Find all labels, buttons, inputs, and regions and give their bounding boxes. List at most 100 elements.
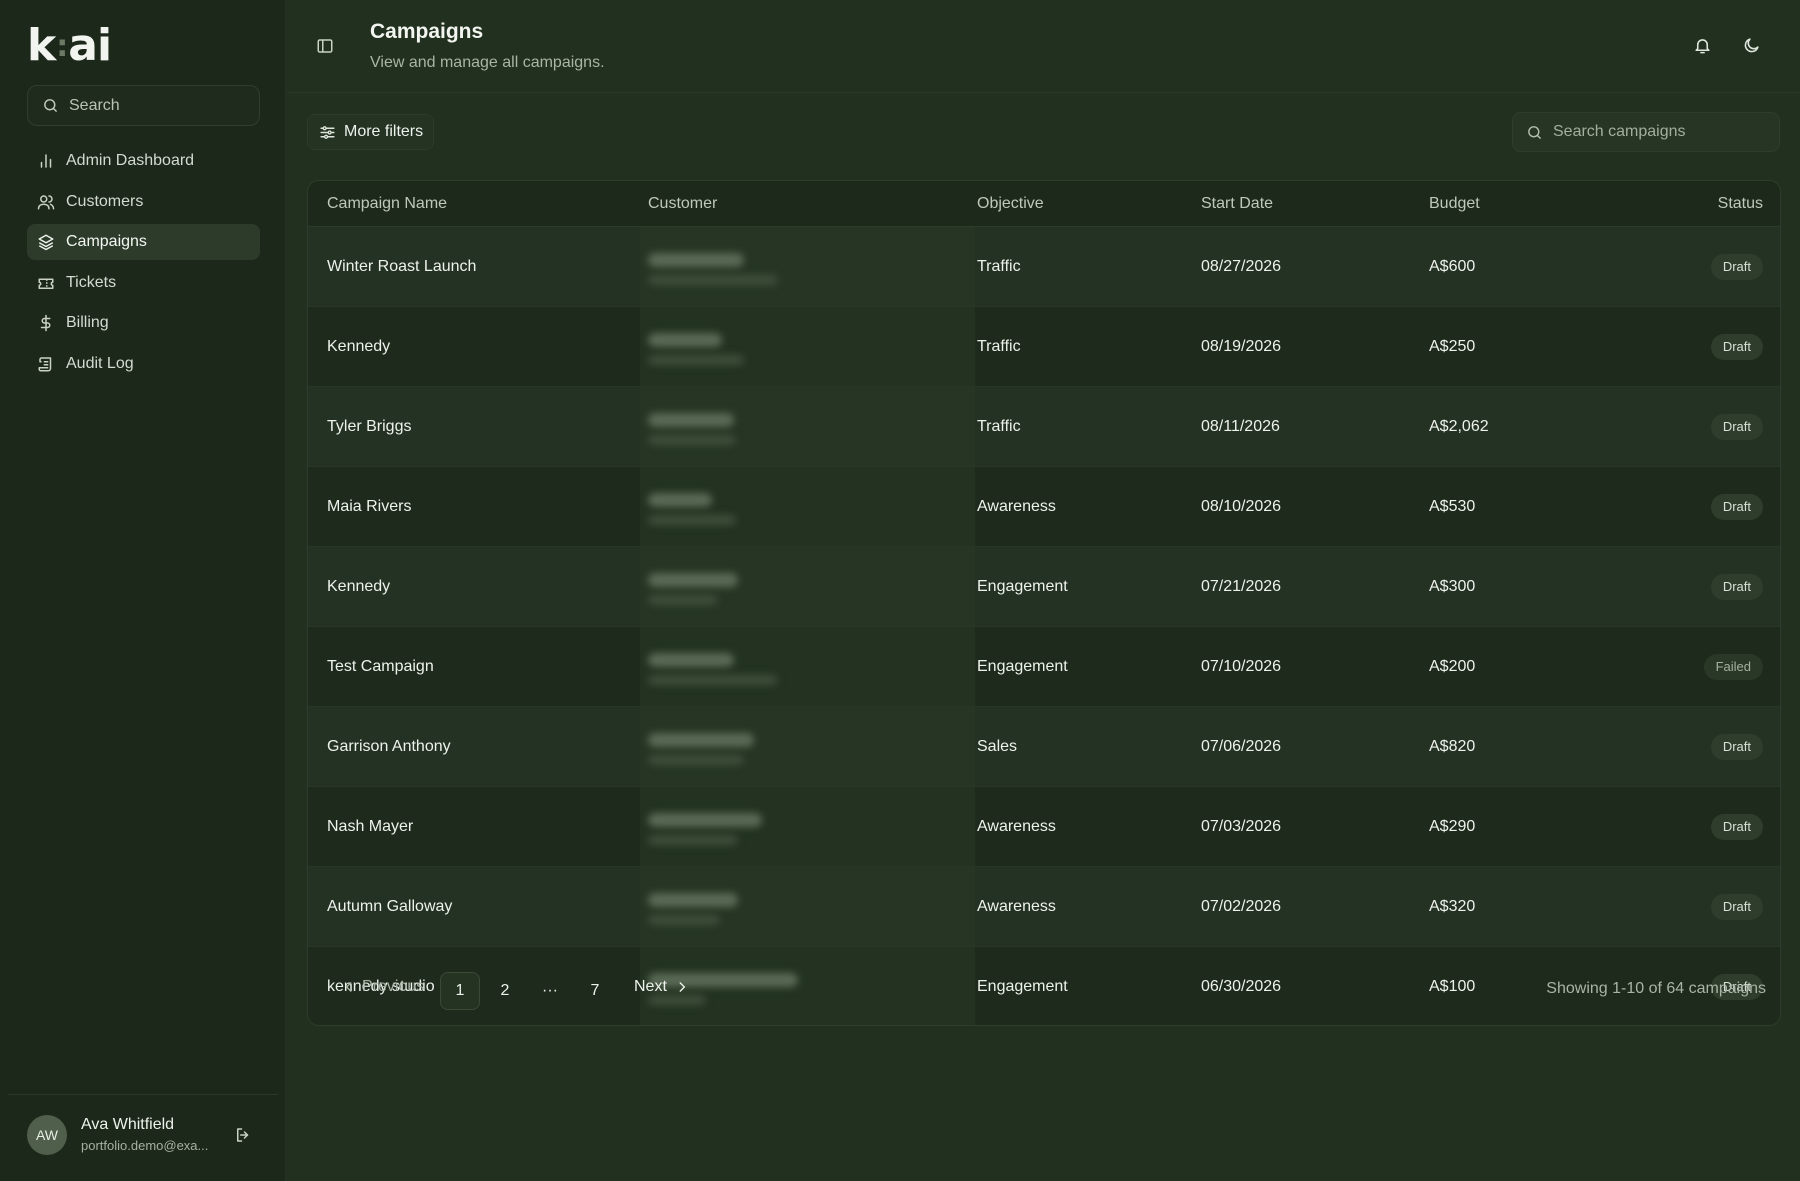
sidebar-item-campaigns[interactable]: Campaigns <box>27 224 260 260</box>
customer-cell-redacted <box>640 467 975 546</box>
status-badge: Draft <box>1710 893 1763 920</box>
sidebar-item-customers[interactable]: Customers <box>27 184 260 220</box>
page-header: Campaigns View and manage all campaigns. <box>287 0 1800 93</box>
campaign-name-cell: Maia Rivers <box>327 497 412 515</box>
status-cell: Draft <box>1627 333 1780 360</box>
column-header-objective[interactable]: Objective <box>975 195 1199 213</box>
table-row[interactable]: Autumn Galloway Awareness 07/02/2026 A$320 D… <box>308 867 1780 947</box>
status-cell: Failed <box>1627 653 1780 680</box>
customer-cell-redacted <box>640 387 975 466</box>
column-header-start-date[interactable]: Start Date <box>1199 195 1427 213</box>
campaign-name-cell: Kennedy <box>327 577 391 595</box>
objective-cell: Traffic <box>977 257 1021 275</box>
status-badge: Draft <box>1710 813 1763 840</box>
objective-cell: Traffic <box>977 417 1021 435</box>
redacted-customer-email <box>648 275 778 285</box>
budget-cell: A$530 <box>1429 497 1476 515</box>
users-icon <box>37 193 55 211</box>
redacted-customer-name <box>648 493 712 507</box>
status-badge: Draft <box>1710 253 1763 280</box>
table-row[interactable]: Maia Rivers Awareness 08/10/2026 A$530 Draft <box>308 467 1780 547</box>
budget-cell: A$200 <box>1429 657 1476 675</box>
campaign-name-cell: Test Campaign <box>327 657 434 675</box>
more-filters-button[interactable]: More filters <box>307 114 434 150</box>
sidebar-item-tickets[interactable]: Tickets <box>27 265 260 301</box>
sidebar-item-audit-log[interactable]: Audit Log <box>27 346 260 382</box>
objective-cell: Awareness <box>977 497 1056 515</box>
avatar[interactable]: AW <box>27 1115 67 1155</box>
chevron-left-icon <box>342 980 356 994</box>
brand-logo[interactable]: k:ai <box>27 24 112 69</box>
budget-cell: A$600 <box>1429 257 1476 275</box>
objective-cell: Awareness <box>977 897 1056 915</box>
sidebar-item-label: Billing <box>66 314 109 331</box>
status-badge: Draft <box>1710 413 1763 440</box>
sidebar-item-label: Campaigns <box>66 233 147 250</box>
table-row[interactable]: Tyler Briggs Traffic 08/11/2026 A$2,062 Draf… <box>308 387 1780 467</box>
sidebar-toggle-icon[interactable] <box>316 37 334 60</box>
redacted-customer-email <box>648 515 736 525</box>
status-cell: Draft <box>1627 493 1780 520</box>
sidebar-item-label: Audit Log <box>66 354 134 372</box>
redacted-customer-name <box>648 333 722 347</box>
column-header-campaign-name[interactable]: Campaign Name <box>308 195 640 213</box>
sidebar-item-label: Tickets <box>66 273 117 291</box>
campaign-name-cell: Winter Roast Launch <box>327 257 477 275</box>
bell-icon[interactable] <box>1693 36 1712 60</box>
status-cell: Draft <box>1627 813 1780 840</box>
status-badge: Failed <box>1703 653 1763 680</box>
pagination-summary: Showing 1-10 of 64 campaigns <box>1546 980 1766 997</box>
redacted-customer-email <box>648 835 738 845</box>
sidebar-item-label: Customers <box>66 192 144 210</box>
campaign-name-cell: Kennedy <box>327 337 391 355</box>
redacted-customer-email <box>648 355 744 365</box>
campaign-search-input[interactable]: Search campaigns <box>1512 112 1780 152</box>
budget-cell: A$320 <box>1429 897 1476 915</box>
next-page-button[interactable]: Next <box>634 978 689 996</box>
redacted-customer-name <box>648 893 738 907</box>
dollar-icon <box>37 314 55 332</box>
table-row[interactable]: Kennedy Engagement 07/21/2026 A$300 Draft <box>308 547 1780 627</box>
campaign-name-cell: Autumn Galloway <box>327 897 453 915</box>
sidebar-item-billing[interactable]: Billing <box>27 305 260 341</box>
moon-icon[interactable] <box>1742 36 1761 60</box>
redacted-customer-email <box>648 915 720 925</box>
previous-page-button[interactable]: Previous <box>342 978 424 996</box>
customer-cell-redacted <box>640 627 975 706</box>
budget-cell: A$300 <box>1429 577 1476 595</box>
campaign-search-placeholder: Search campaigns <box>1553 123 1686 140</box>
search-icon <box>42 97 59 114</box>
status-cell: Draft <box>1627 893 1780 920</box>
page-button-1[interactable]: 1 <box>440 972 480 1010</box>
budget-cell: A$2,062 <box>1429 417 1489 435</box>
page-button-2[interactable]: 2 <box>485 972 525 1010</box>
status-badge: Draft <box>1710 333 1763 360</box>
sidebar-search-input[interactable]: Search <box>27 85 260 126</box>
column-header-budget[interactable]: Budget <box>1427 195 1627 213</box>
status-cell: Draft <box>1627 253 1780 280</box>
campaigns-table: Campaign Name Customer Objective Start D… <box>307 180 1781 1026</box>
table-row[interactable]: Test Campaign Engagement 07/10/2026 A$200 Fa… <box>308 627 1780 707</box>
customer-cell-redacted <box>640 707 975 786</box>
column-header-customer[interactable]: Customer <box>640 181 975 226</box>
sidebar-item-admin-dashboard[interactable]: Admin Dashboard <box>27 143 260 179</box>
logout-icon[interactable] <box>234 1126 252 1149</box>
user-panel: AW Ava Whitfield portfolio.demo@exa... <box>8 1094 278 1181</box>
start-date-cell: 08/11/2026 <box>1201 417 1280 435</box>
start-date-cell: 07/06/2026 <box>1201 737 1282 755</box>
redacted-customer-name <box>648 253 744 267</box>
status-cell: Draft <box>1627 413 1780 440</box>
page-ellipsis: ··· <box>542 982 558 999</box>
table-row[interactable]: Nash Mayer Awareness 07/03/2026 A$290 Draft <box>308 787 1780 867</box>
campaign-name-cell: Garrison Anthony <box>327 737 451 755</box>
budget-cell: A$250 <box>1429 337 1476 355</box>
table-row[interactable]: Winter Roast Launch Traffic 08/27/2026 A$60… <box>308 227 1780 307</box>
redacted-customer-email <box>648 595 718 605</box>
page-button-7[interactable]: 7 <box>575 972 615 1010</box>
customer-cell-redacted <box>640 787 975 866</box>
table-row[interactable]: Garrison Anthony Sales 07/06/2026 A$820 Draf… <box>308 707 1780 787</box>
table-row[interactable]: Kennedy Traffic 08/19/2026 A$250 Draft <box>308 307 1780 387</box>
column-header-status[interactable]: Status <box>1627 195 1780 213</box>
previous-page-label: Previous <box>362 978 425 995</box>
redacted-customer-name <box>648 573 738 587</box>
